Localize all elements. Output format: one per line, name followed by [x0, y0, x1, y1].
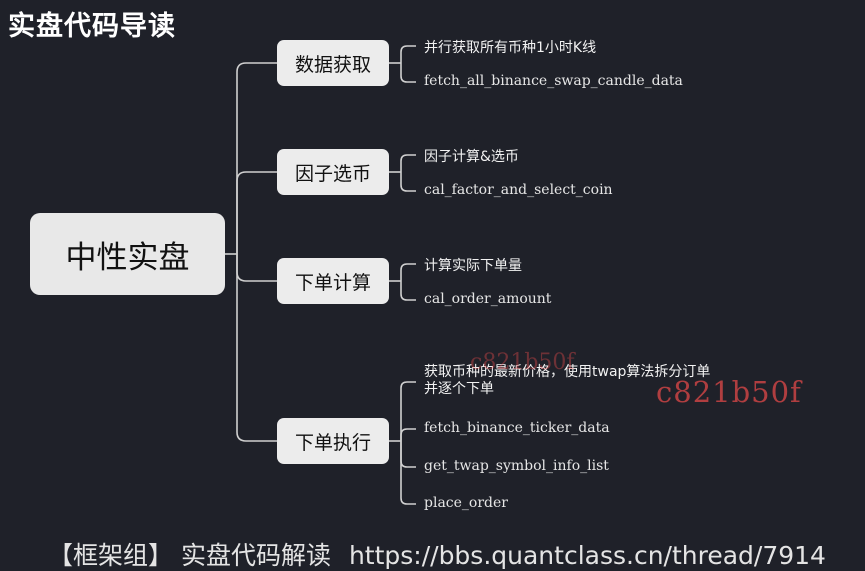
- mindmap-slide: 实盘代码导读 中性实盘 数据获取 因子选币 下单计算 下单执行 并行获取所有币种…: [0, 0, 865, 571]
- leaf-connector: [400, 63, 416, 83]
- leaf-connector: [400, 441, 416, 468]
- branch-node-order-calc: 下单计算: [277, 258, 389, 304]
- leaf-function-name: fetch_binance_ticker_data: [424, 420, 610, 436]
- leaf-text: 并行获取所有币种1小时K线: [424, 40, 597, 56]
- leaf-connector: [400, 381, 416, 441]
- leaf-connector: [400, 428, 416, 441]
- branch-node-order-exec: 下单执行: [277, 418, 389, 464]
- leaf-function-name: place_order: [424, 495, 508, 511]
- watermark: c821b50f: [470, 350, 575, 375]
- leaf-connector: [400, 45, 416, 63]
- branch-connector: [236, 62, 277, 254]
- root-node: 中性实盘: [30, 213, 225, 295]
- leaf-text: 计算实际下单量: [424, 258, 522, 274]
- branch-connector: [236, 254, 277, 442]
- leaf-connector: [400, 263, 416, 281]
- branch-connector: [236, 254, 277, 282]
- leaf-connector: [400, 281, 416, 301]
- leaf-function-name: cal_order_amount: [424, 291, 552, 307]
- leaf-connector: [400, 154, 416, 172]
- branch-connector: [236, 171, 277, 254]
- leaf-function-name: get_twap_symbol_info_list: [424, 458, 609, 474]
- footer-label: 【框架组】 实盘代码解读: [48, 541, 331, 570]
- leaf-function-name: fetch_all_binance_swap_candle_data: [424, 73, 683, 89]
- footer-caption: 【框架组】 实盘代码解读 https://bbs.quantclass.cn/th…: [48, 536, 826, 571]
- footer-url: https://bbs.quantclass.cn/thread/7914: [348, 541, 826, 570]
- leaf-connector: [400, 172, 416, 192]
- leaf-text: 因子计算&选币: [424, 149, 519, 165]
- leaf-function-name: cal_factor_and_select_coin: [424, 182, 613, 198]
- watermark: c821b50f: [656, 375, 802, 409]
- leaf-connector: [400, 441, 416, 505]
- branch-node-factor-select: 因子选币: [277, 149, 389, 195]
- branch-node-data-fetch: 数据获取: [277, 40, 389, 86]
